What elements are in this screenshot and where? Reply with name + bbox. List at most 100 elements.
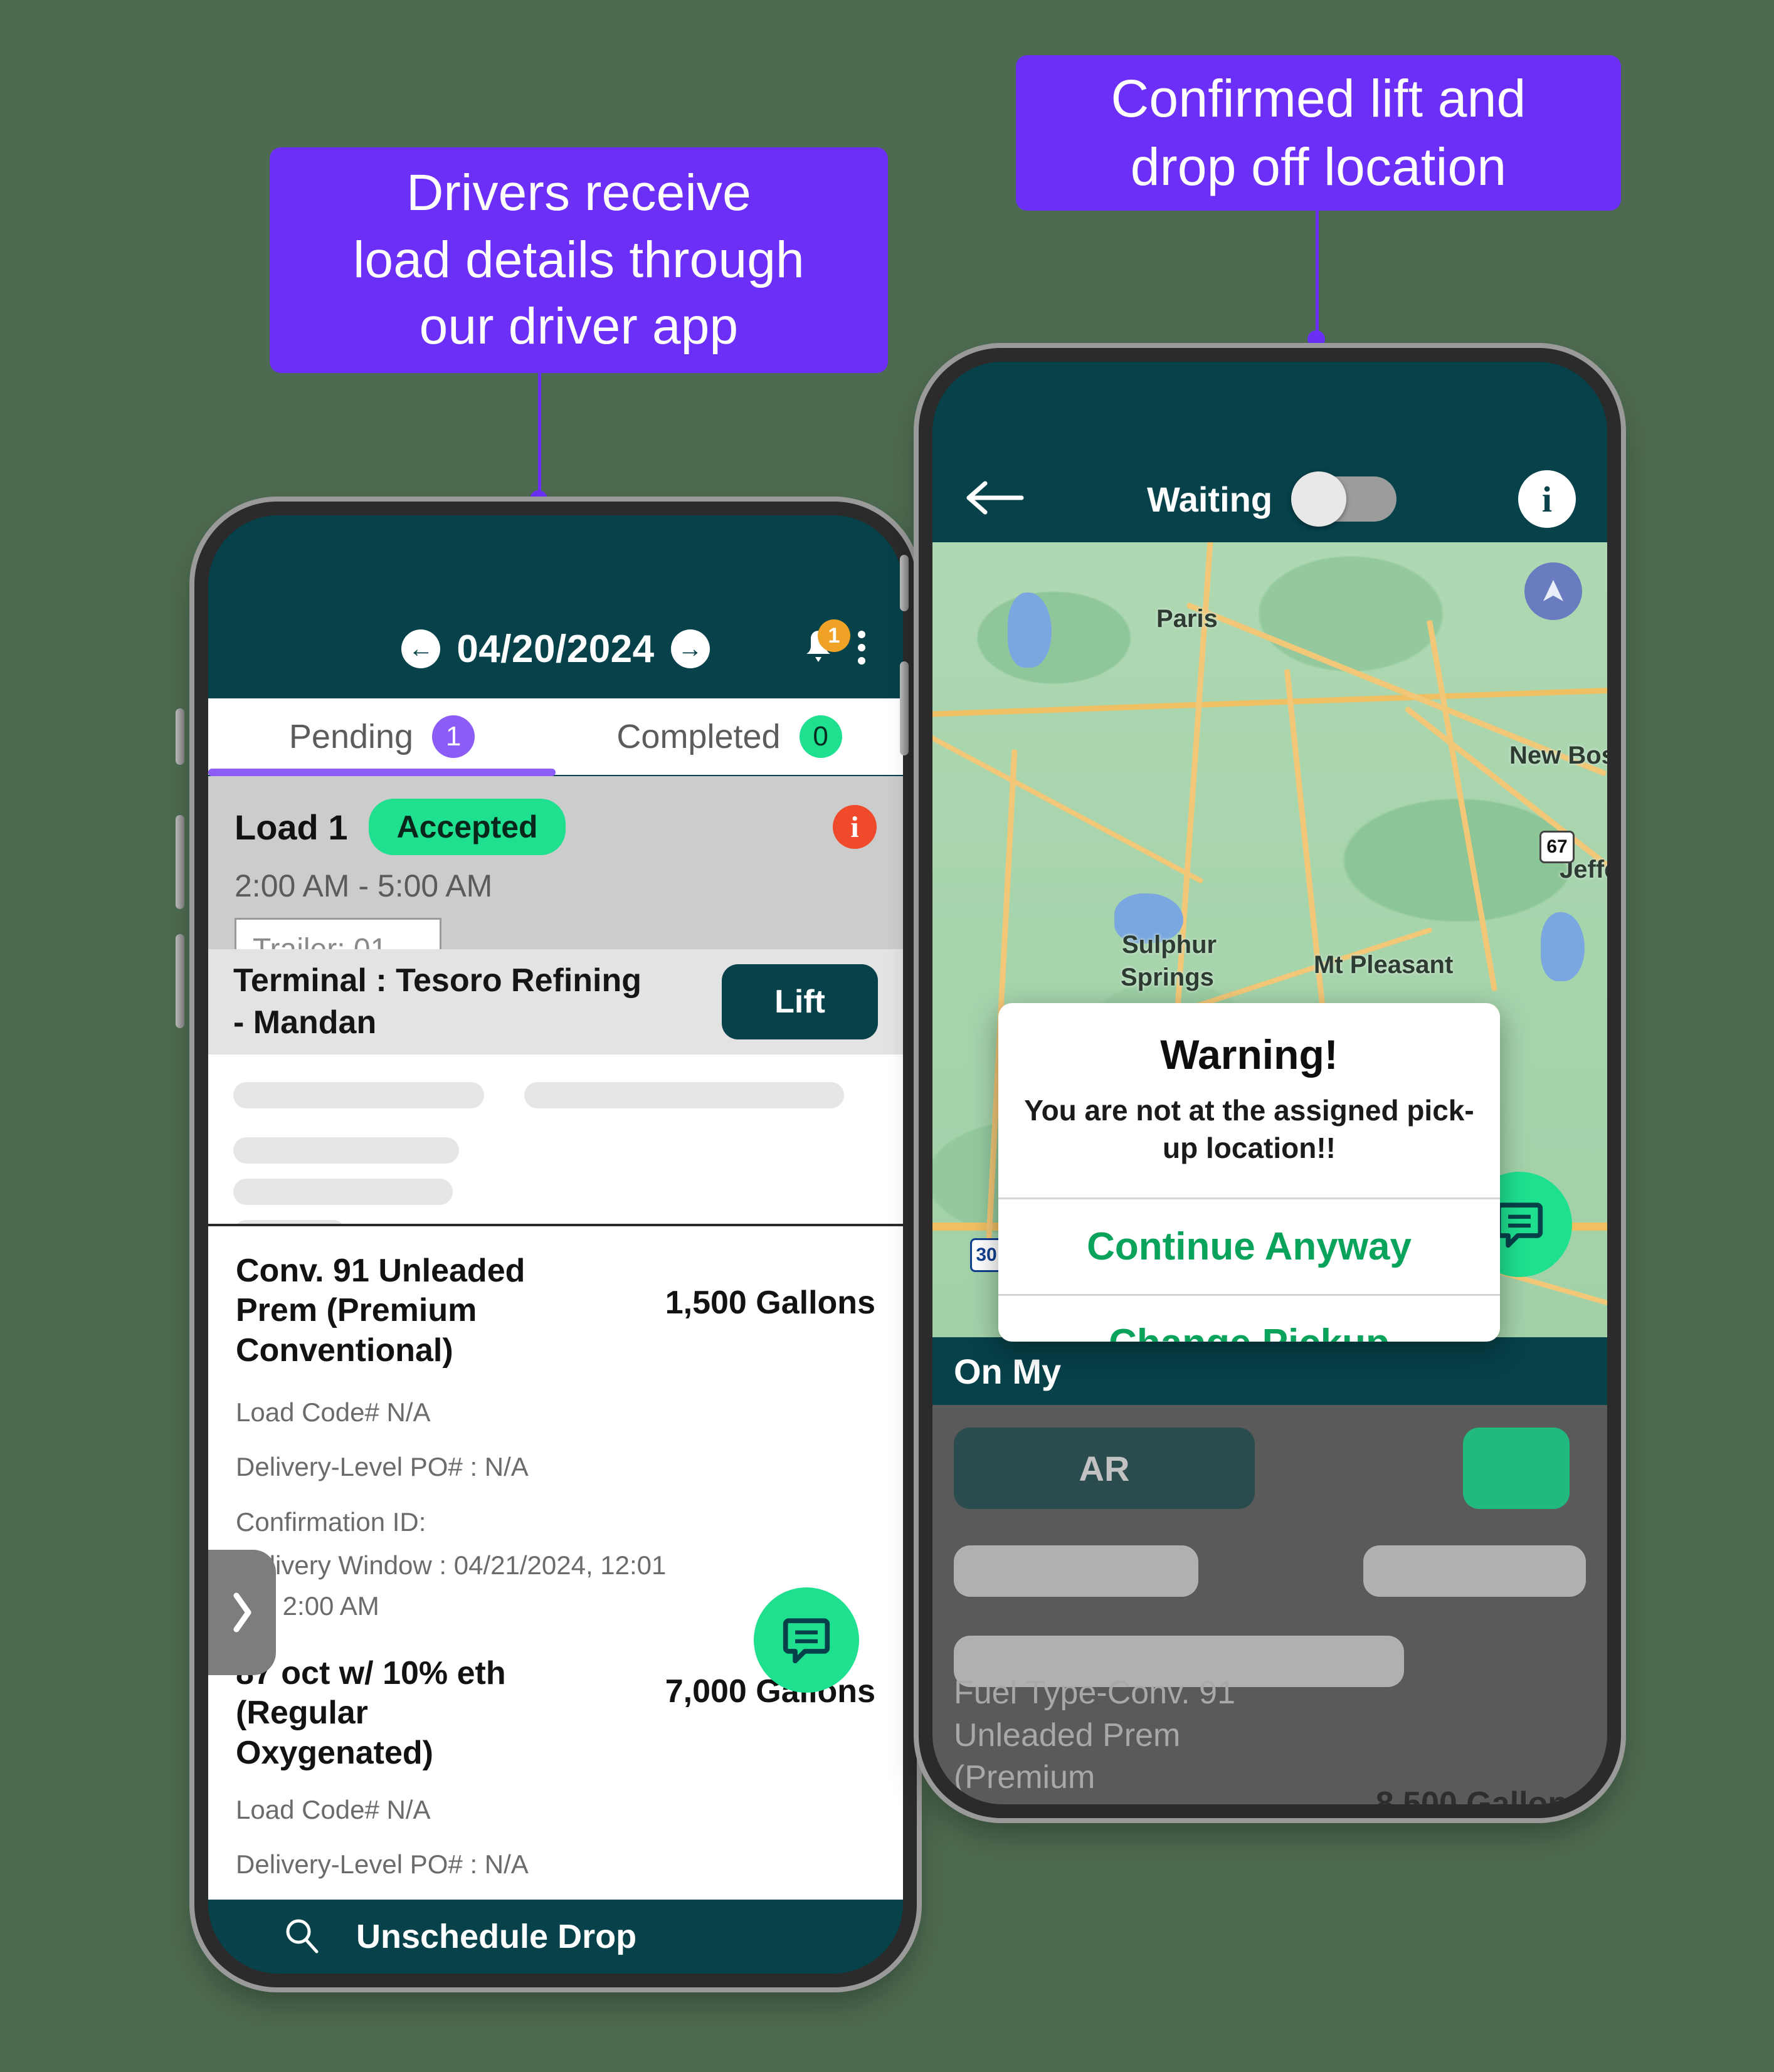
callout-right-connector xyxy=(1316,211,1319,339)
loading-skeleton xyxy=(208,1054,903,1246)
left-bottom-bar: Unschedule Drop xyxy=(208,1900,903,1974)
callout-right-line-1: Confirmed lift and xyxy=(1111,68,1526,128)
back-button[interactable] xyxy=(964,478,1025,520)
map-label: Springs xyxy=(1121,964,1214,991)
arrive-button[interactable]: AR xyxy=(954,1428,1255,1509)
notification-badge-count: 1 xyxy=(818,619,850,652)
prev-day-button[interactable]: ← xyxy=(401,629,441,668)
map-label: Mt Pleasant xyxy=(1314,951,1454,979)
product-confirmation-id: Confirmation ID: xyxy=(236,1507,426,1537)
terminal-name: Terminal : Tesoro Refining - Mandan xyxy=(233,960,641,1043)
continue-anyway-button[interactable]: Continue Anyway xyxy=(998,1197,1500,1294)
search-icon[interactable] xyxy=(282,1916,321,1958)
navigation-arrow-icon[interactable] xyxy=(1524,562,1582,620)
right-app-bar: Waiting i xyxy=(932,362,1607,542)
unschedule-drop-button[interactable]: Unschedule Drop xyxy=(356,1917,636,1956)
callout-left-connector xyxy=(538,373,541,498)
map-lake xyxy=(1008,592,1052,668)
map-lake xyxy=(1541,912,1585,981)
next-day-button[interactable]: → xyxy=(670,629,710,668)
route-shield-us67: 67 xyxy=(1539,831,1575,863)
product-name: 87 oct w/ 10% eth (Regular Oxygenated) xyxy=(236,1654,506,1771)
right-chat-fab-button[interactable] xyxy=(1463,1428,1570,1509)
status-badge: Accepted xyxy=(369,799,566,855)
waiting-toggle-switch[interactable] xyxy=(1291,471,1397,527)
chevron-right-icon xyxy=(233,1592,251,1633)
waiting-toggle-group[interactable]: Waiting xyxy=(1146,471,1397,527)
phone-left-frame: 1:01 ← 04/20/2024 → 1 xyxy=(176,502,917,1987)
left-drawer-handle[interactable] xyxy=(208,1550,276,1675)
skeleton-bar xyxy=(954,1545,1198,1597)
chat-bubble-icon xyxy=(783,1618,830,1664)
load-card-header: Load 1 Accepted i xyxy=(235,799,877,855)
date-navigator: ← 04/20/2024 → xyxy=(208,627,903,671)
right-load-details: Fuel Type-Conv. 91 Unleaded Prem (Premiu… xyxy=(954,1672,1586,1804)
skeleton-bar xyxy=(524,1082,844,1108)
product-load-code: Load Code# N/A xyxy=(236,1397,431,1428)
terminal-name-line2: - Mandan xyxy=(233,1004,377,1041)
skeleton-bar xyxy=(233,1082,484,1108)
tab-completed-label: Completed xyxy=(616,718,781,755)
map-label: Sulphur xyxy=(1122,931,1217,959)
phone-right-silent-switch[interactable] xyxy=(900,555,909,611)
map-label: Paris xyxy=(1156,605,1218,633)
chat-bubble-icon xyxy=(1496,1202,1543,1248)
tab-pending-label: Pending xyxy=(288,718,414,755)
phone-right-volume-up[interactable] xyxy=(900,661,909,755)
tab-completed[interactable]: Completed 0 xyxy=(556,698,903,775)
phone-left-screen: 1:01 ← 04/20/2024 → 1 xyxy=(208,515,903,1974)
tab-pending[interactable]: Pending 1 xyxy=(208,698,556,775)
phone-left-volume-up[interactable] xyxy=(176,815,184,909)
left-tab-bar: Pending 1 Completed 0 xyxy=(208,698,903,775)
tab-completed-count: 0 xyxy=(799,715,842,758)
current-date-label: 04/20/2024 xyxy=(457,627,655,671)
trip-status-strip: On My xyxy=(932,1337,1607,1405)
product-delivery-window: Delivery Window : 04/21/2024, 12:01 AM 2… xyxy=(236,1550,667,1621)
callout-left-line-1: Drivers receive xyxy=(406,164,751,222)
lift-button[interactable]: Lift xyxy=(722,964,878,1039)
waiting-toggle-label: Waiting xyxy=(1146,479,1273,519)
left-app-bar: ← 04/20/2024 → 1 xyxy=(208,515,903,698)
notifications-button[interactable]: 1 xyxy=(800,619,850,667)
callout-right-confirmed-lift: Confirmed lift and drop off location xyxy=(1016,55,1621,211)
right-loading-skeleton xyxy=(954,1545,1586,1687)
warning-dialog: Warning! You are not at the assigned pic… xyxy=(998,1003,1500,1342)
fuel-gallons: 8,500 Gallons xyxy=(1375,1785,1586,1804)
product-gallons: 1,500 Gallons xyxy=(665,1285,875,1321)
skeleton-bar xyxy=(1363,1545,1586,1597)
product-po: Delivery-Level PO# : N/A xyxy=(236,1849,529,1880)
map-label: New Boston xyxy=(1509,742,1607,769)
phone-left-silent-switch[interactable] xyxy=(176,708,184,765)
tab-active-indicator xyxy=(208,769,556,776)
warning-dialog-title: Warning! xyxy=(1160,1031,1338,1078)
callout-right-connector-dot xyxy=(1307,330,1325,348)
terminal-bar: Terminal : Tesoro Refining - Mandan Lift xyxy=(208,949,903,1054)
skeleton-bar xyxy=(233,1179,453,1205)
trip-status-label: On My xyxy=(954,1351,1062,1391)
info-circle-icon[interactable]: i xyxy=(1518,470,1576,528)
callout-right-line-2: drop off location xyxy=(1130,137,1507,196)
callout-left-line-2: load details through xyxy=(353,231,805,288)
info-alert-icon[interactable]: i xyxy=(833,805,877,849)
product-po: Delivery-Level PO# : N/A xyxy=(236,1452,529,1482)
callout-left-line-3: our driver app xyxy=(419,298,739,355)
product-list: Conv. 91 Unleaded Prem (Premium Conventi… xyxy=(208,1224,903,1900)
chat-fab-button[interactable] xyxy=(754,1587,859,1693)
product-name: Conv. 91 Unleaded Prem (Premium Conventi… xyxy=(236,1253,525,1369)
toggle-knob xyxy=(1291,471,1347,527)
product-load-code: Load Code# N/A xyxy=(236,1795,431,1825)
terminal-name-line1: Terminal : Tesoro Refining xyxy=(233,962,642,999)
fuel-type-label: Fuel Type-Conv. 91 Unleaded Prem (Premiu… xyxy=(954,1675,1262,1804)
app-bar-actions: 1 xyxy=(800,619,865,667)
load-time-range: 2:00 AM - 5:00 AM xyxy=(235,868,493,903)
change-pickup-button[interactable]: Change Pickup xyxy=(998,1293,1500,1342)
callout-left-drivers-receive: Drivers receive load details through our… xyxy=(270,147,888,373)
tab-pending-count: 1 xyxy=(432,715,475,758)
phone-left-volume-down[interactable] xyxy=(176,934,184,1028)
arrive-button-label: AR xyxy=(1079,1448,1130,1488)
warning-dialog-message: You are not at the assigned pick-up loca… xyxy=(1024,1094,1474,1164)
skeleton-bar xyxy=(233,1137,459,1164)
kebab-menu-icon[interactable] xyxy=(858,631,865,665)
load-title: Load 1 xyxy=(235,807,348,847)
product-row: Conv. 91 Unleaded Prem (Premium Conventi… xyxy=(236,1251,875,1370)
